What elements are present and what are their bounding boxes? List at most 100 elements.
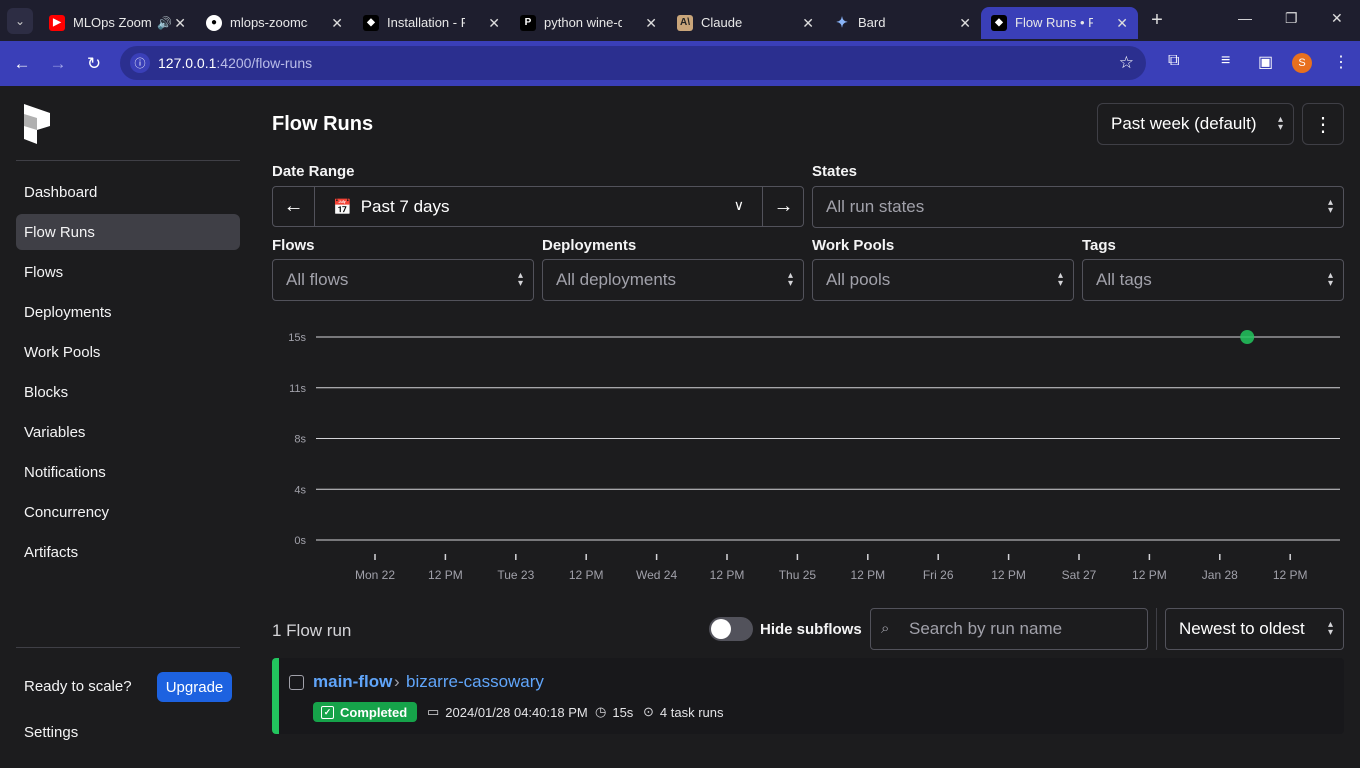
sort-select[interactable]: Newest to oldest ▴ ▾ (1165, 608, 1344, 650)
flows-select[interactable]: All flows ▴ ▾ (272, 259, 534, 301)
states-select[interactable]: All run states ▴ ▾ (812, 186, 1344, 228)
browser-tab[interactable]: ◆ Installation - Prefect ✕ (353, 7, 510, 39)
forward-icon[interactable]: → (40, 54, 76, 74)
run-name-link[interactable]: bizarre-cassowary (406, 672, 544, 692)
side-panel-icon[interactable]: ▣ (1258, 52, 1273, 72)
close-tab-icon[interactable]: ✕ (331, 15, 343, 32)
time-range-select[interactable]: Past week (default) ▴ ▾ (1097, 103, 1294, 145)
restore-icon[interactable]: ❐ (1285, 10, 1298, 27)
main-content: Flow Runs Past week (default) ▴ ▾ ⋮ Date … (256, 86, 1360, 768)
sidebar-item-work-pools[interactable]: Work Pools (16, 334, 240, 370)
flow-name-link[interactable]: main-flow (313, 672, 392, 692)
run-point (1240, 330, 1255, 344)
sidebar-item-variables[interactable]: Variables (16, 414, 240, 450)
x-tick-label: Mon 22 (355, 568, 395, 582)
duration: ◷ 15s (595, 704, 633, 720)
tab-title: mlops-zoomcamp (230, 15, 308, 30)
browser-tab[interactable]: A\ Claude ✕ (667, 7, 824, 39)
sidebar-item-deployments[interactable]: Deployments (16, 294, 240, 330)
states-label: States (812, 163, 858, 180)
sidebar-item-label: Flows (24, 263, 64, 281)
sidebar-item-label: Work Pools (24, 343, 101, 361)
check-icon: ✓ (321, 705, 334, 719)
tab-search-icon[interactable]: ⌄ (7, 7, 33, 34)
tab-title: Installation - Prefect (387, 15, 465, 30)
date-range-label: Date Range (272, 163, 355, 180)
sidebar-item-flow-runs[interactable]: Flow Runs (16, 214, 240, 250)
bookmark-star-icon[interactable]: ☆ (1119, 53, 1134, 73)
search-input[interactable]: ⌕ Search by run name (870, 608, 1148, 650)
upgrade-button[interactable]: Upgrade (157, 672, 232, 702)
sidebar-item-label: Variables (24, 423, 86, 441)
prefect-icon: ◆ (991, 14, 1007, 31)
reload-icon[interactable]: ↻ (76, 54, 112, 74)
task-runs-value: 4 task runs (659, 704, 724, 720)
sidebar-item-label: Notifications (24, 463, 106, 481)
tags-select[interactable]: All tags ▴ ▾ (1082, 259, 1344, 301)
browser-tab-bar: ⌄ ▶ MLOps Zoomcamp 🔊 ✕ ● mlops-zoomcamp … (0, 0, 1360, 41)
extensions-icon[interactable]: ⧉ (1168, 52, 1179, 70)
close-tab-icon[interactable]: ✕ (959, 15, 971, 32)
flow-run-row[interactable]: main-flow › bizarre-cassowary ✓ Complete… (272, 658, 1344, 734)
sidebar-item-label: Flow Runs (24, 223, 95, 241)
sidebar-item-notifications[interactable]: Notifications (16, 454, 240, 490)
date-range-picker: ← 📅 Past 7 days ∨ → (272, 186, 804, 227)
browser-tab[interactable]: P python wine-quality ✕ (510, 7, 667, 39)
toggle-knob (711, 619, 731, 639)
close-tab-icon[interactable]: ✕ (1116, 15, 1128, 32)
sidebar-item-dashboard[interactable]: Dashboard (16, 174, 240, 210)
sidebar-item-concurrency[interactable]: Concurrency (16, 494, 240, 530)
profile-avatar[interactable]: S (1292, 53, 1312, 73)
close-tab-icon[interactable]: ✕ (802, 15, 814, 32)
site-info-icon[interactable]: ⓘ (130, 53, 150, 73)
date-range-value: Past 7 days (360, 196, 450, 216)
x-tick-label: 12 PM (1273, 568, 1308, 582)
close-tab-icon[interactable]: ✕ (645, 15, 657, 32)
prefect-logo-icon[interactable] (24, 104, 50, 144)
flow-run-count: 1 Flow run (272, 621, 352, 640)
url-path: :4200/flow-runs (216, 55, 313, 71)
github-icon: ● (206, 14, 222, 31)
sidebar-item-artifacts[interactable]: Artifacts (16, 534, 240, 570)
x-tick-label: 12 PM (850, 568, 885, 582)
url-field[interactable]: ⓘ 127.0.0.1:4200/flow-runs ☆ (120, 46, 1146, 80)
previous-range-button[interactable]: ← (273, 187, 314, 226)
browser-menu-icon[interactable]: ⋮ (1333, 52, 1349, 72)
browser-tab[interactable]: ● mlops-zoomcamp ✕ (196, 7, 353, 39)
media-controls-icon[interactable]: ≡ (1221, 52, 1230, 70)
row-checkbox[interactable] (289, 675, 304, 690)
prefect-icon: ◆ (363, 14, 379, 31)
sidebar-item-label: Blocks (24, 383, 69, 401)
audio-icon[interactable]: 🔊 (157, 16, 172, 30)
new-tab-button[interactable]: + (1142, 9, 1172, 32)
more-options-button[interactable]: ⋮ (1302, 103, 1344, 145)
work-pools-select[interactable]: All pools ▴ ▾ (812, 259, 1074, 301)
date-range-select[interactable]: 📅 Past 7 days ∨ (314, 187, 763, 226)
sort-value: Newest to oldest (1179, 619, 1305, 638)
window-close-icon[interactable]: ✕ (1331, 10, 1343, 27)
minimize-icon[interactable]: — (1238, 10, 1252, 26)
close-tab-icon[interactable]: ✕ (488, 15, 500, 32)
x-tick-label: 12 PM (1132, 568, 1167, 582)
sidebar-item-label: Dashboard (24, 183, 98, 201)
flows-label: Flows (272, 237, 315, 254)
chevron-up-down-icon: ▴ ▾ (517, 270, 523, 289)
sidebar-item-label: Deployments (24, 303, 112, 321)
sidebar-item-settings[interactable]: Settings (16, 714, 240, 750)
hide-subflows-toggle[interactable] (709, 617, 753, 641)
flow-runs-chart: 15s 11s 8s 4s 0s Mon 22 12 PM Tue 23 12 PM Wed 24… (256, 316, 1360, 586)
close-tab-icon[interactable]: ✕ (174, 15, 186, 32)
sidebar-item-blocks[interactable]: Blocks (16, 374, 240, 410)
browser-tab-active[interactable]: ◆ Flow Runs • Prefect ✕ (981, 6, 1138, 39)
x-tick-label: 12 PM (991, 568, 1026, 582)
page-title: Flow Runs (272, 113, 374, 135)
sidebar-item-flows[interactable]: Flows (16, 254, 240, 290)
clock-icon: ◷ (595, 704, 607, 719)
y-tick-label: 8s (294, 434, 306, 446)
ready-to-scale-text: Ready to scale? (24, 678, 132, 695)
browser-tab[interactable]: ▶ MLOps Zoomcamp 🔊 ✕ (39, 7, 196, 39)
deployments-select[interactable]: All deployments ▴ ▾ (542, 259, 804, 301)
back-icon[interactable]: ← (4, 54, 40, 74)
browser-tab[interactable]: ✦ Bard ✕ (824, 7, 981, 39)
next-range-button[interactable]: → (763, 187, 804, 226)
